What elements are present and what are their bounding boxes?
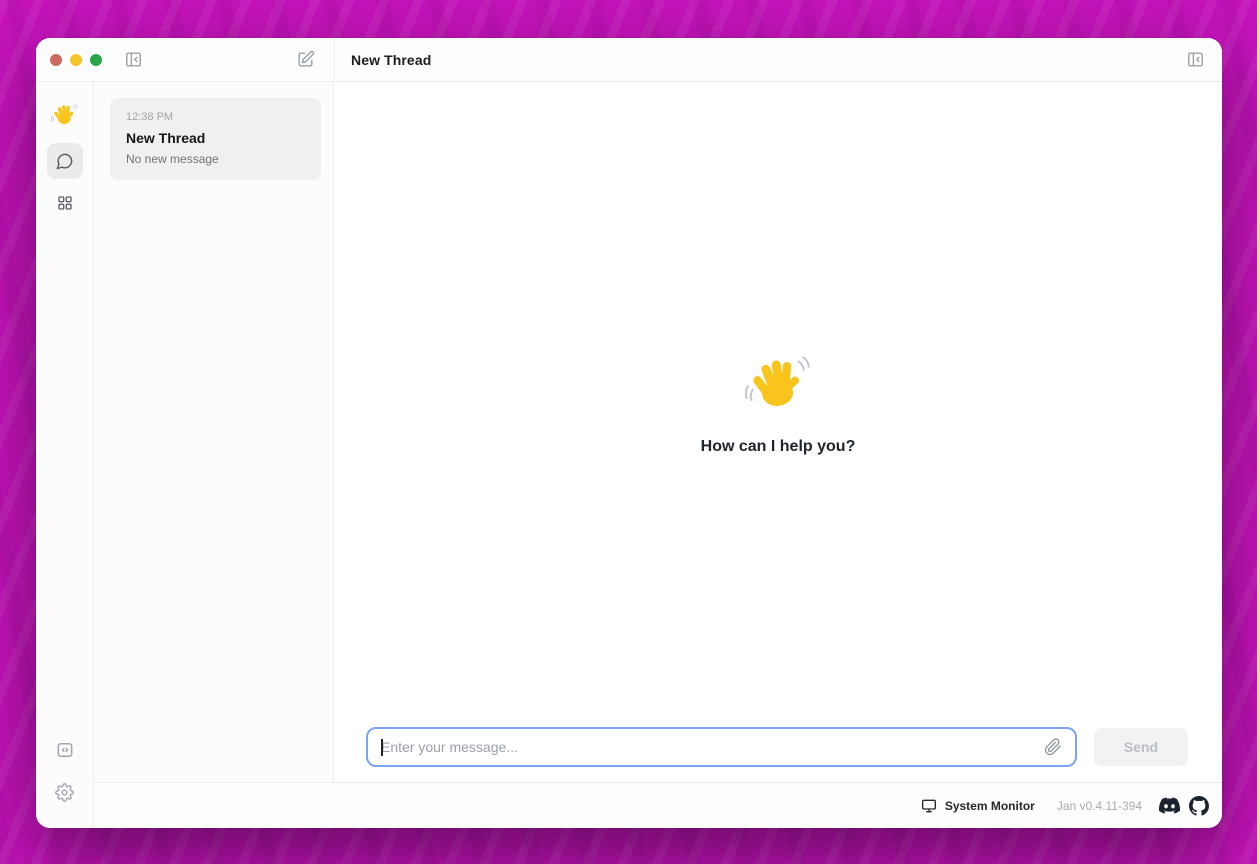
wave-hand-logo	[51, 102, 78, 127]
social-links	[1159, 795, 1209, 816]
greeting-text: How can I help you?	[701, 438, 856, 456]
panels-row: 12:38 PM New Thread No new message How c…	[94, 82, 1222, 782]
collapse-right-panel-icon	[1186, 50, 1205, 69]
thread-time: 12:38 PM	[126, 111, 305, 123]
desktop-wallpaper: { "titlebar": { "title": "New Thread", "…	[0, 0, 1257, 864]
local-api-server-icon	[55, 740, 75, 760]
github-link[interactable]	[1189, 796, 1209, 816]
chat-empty-state: How can I help you?	[334, 82, 1222, 727]
message-input-wrapper	[366, 727, 1077, 767]
attachment-paperclip-icon	[1044, 738, 1062, 756]
page-title: New Thread	[351, 52, 431, 68]
jan-app-window: New Thread	[36, 38, 1222, 828]
text-caret	[381, 739, 383, 756]
new-thread-compose-icon	[296, 50, 315, 69]
minimize-window-button[interactable]	[70, 54, 82, 66]
discord-icon	[1159, 795, 1180, 816]
system-monitor-toggle[interactable]: System Monitor	[921, 798, 1035, 814]
chat-panel: How can I help you?	[334, 82, 1222, 782]
sidebar-item-local-api-server[interactable]	[47, 732, 83, 768]
system-monitor-label: System Monitor	[945, 799, 1035, 813]
right-column: 12:38 PM New Thread No new message How c…	[94, 82, 1222, 828]
thread-subtitle: No new message	[126, 152, 305, 166]
collapse-left-panel-button[interactable]	[120, 47, 146, 73]
left-rail	[36, 82, 94, 828]
threads-chat-icon	[55, 152, 74, 171]
settings-gear-icon	[55, 783, 74, 802]
titlebar-left-zone	[36, 38, 334, 81]
close-window-button[interactable]	[50, 54, 62, 66]
attach-file-button[interactable]	[1044, 738, 1062, 756]
collapse-right-panel-button[interactable]	[1182, 47, 1208, 73]
app-version-label: Jan v0.4.11-394	[1057, 799, 1142, 813]
thread-title: New Thread	[126, 130, 305, 146]
new-thread-button[interactable]	[292, 47, 318, 73]
titlebar: New Thread	[36, 38, 1222, 82]
message-input-row: Send	[334, 727, 1222, 782]
collapse-left-panel-icon	[124, 50, 143, 69]
sidebar-item-hub[interactable]	[47, 185, 83, 221]
send-button[interactable]: Send	[1094, 728, 1188, 766]
thread-list-item[interactable]: 12:38 PM New Thread No new message	[110, 98, 321, 180]
discord-link[interactable]	[1159, 795, 1180, 816]
sidebar-item-settings[interactable]	[47, 774, 83, 810]
github-icon	[1189, 796, 1209, 816]
message-input[interactable]	[381, 739, 1034, 755]
hub-grid-icon	[56, 194, 74, 212]
sidebar-item-threads[interactable]	[47, 143, 83, 179]
thread-list-panel: 12:38 PM New Thread No new message	[94, 82, 334, 782]
traffic-lights	[50, 54, 102, 66]
maximize-window-button[interactable]	[90, 54, 102, 66]
wave-hand-emoji	[745, 354, 811, 412]
content-row: 12:38 PM New Thread No new message How c…	[36, 82, 1222, 828]
system-monitor-icon	[921, 798, 937, 814]
status-footer: System Monitor Jan v0.4.11-394	[94, 782, 1222, 828]
titlebar-main-zone: New Thread	[334, 38, 1222, 81]
